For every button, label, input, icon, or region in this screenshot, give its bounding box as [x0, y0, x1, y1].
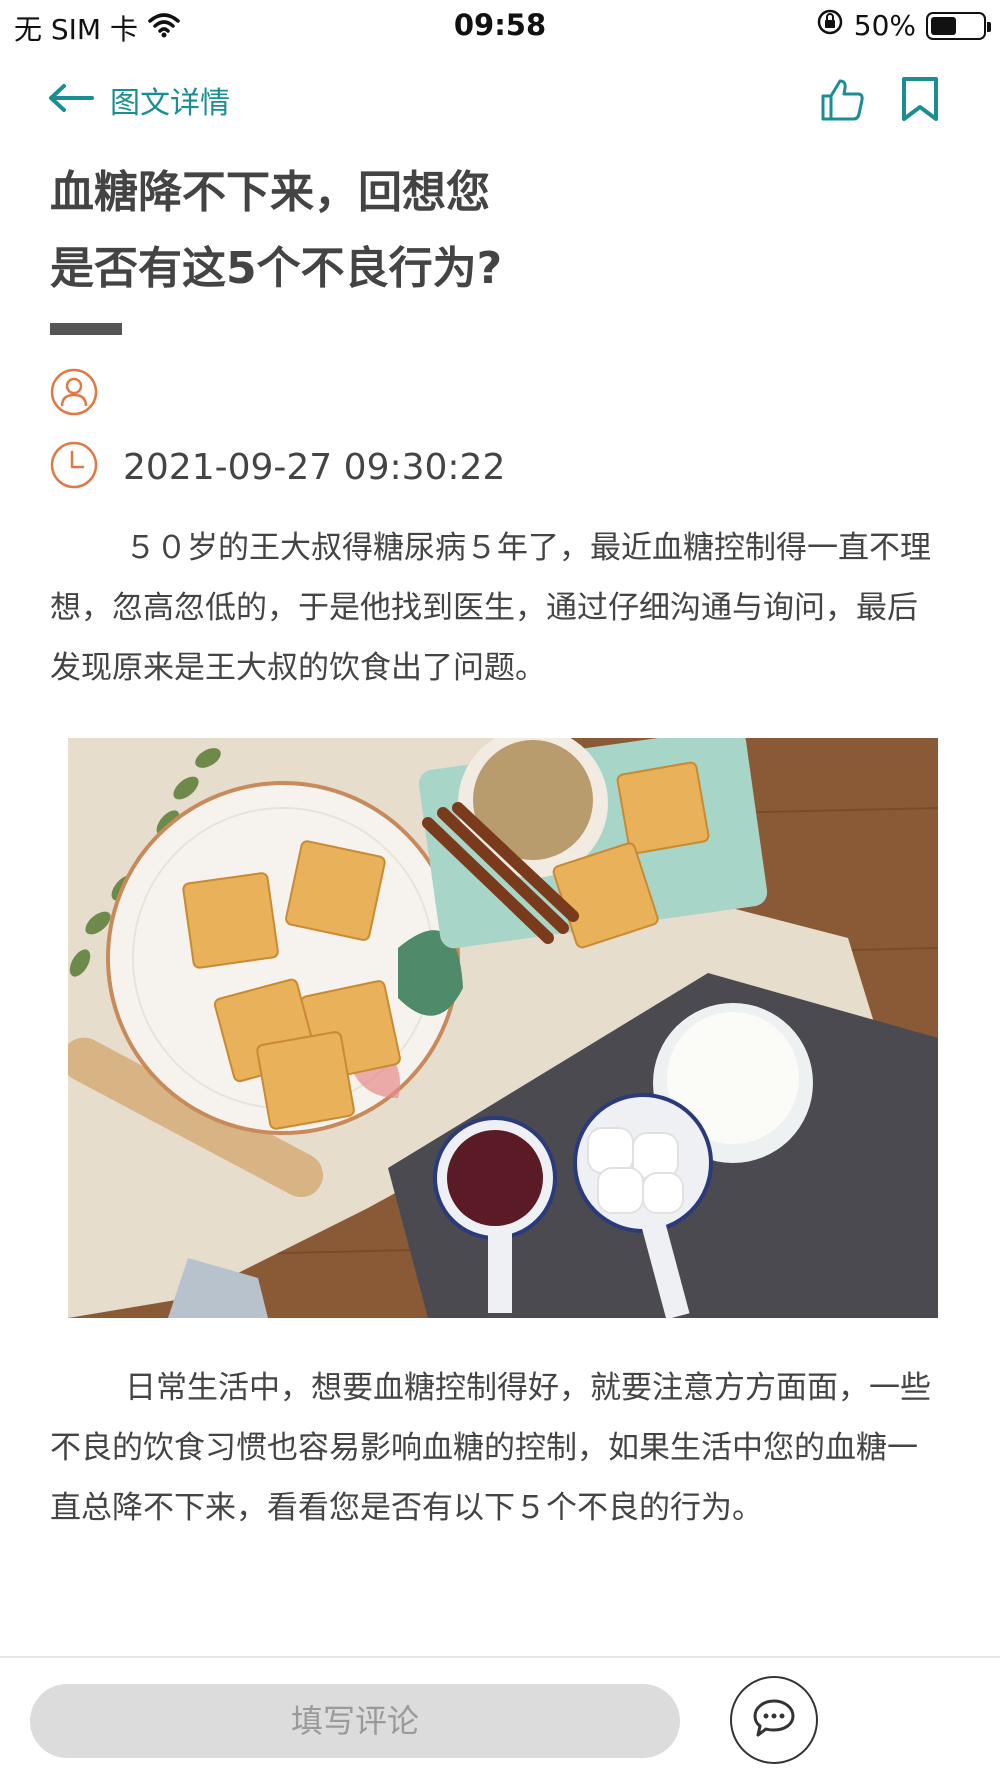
article-paragraph-1: ５０岁的王大叔得糖尿病５年了，最近血糖控制得一直不理想，忽高忽低的，于是他找到医…	[50, 530, 931, 686]
status-right: 50%	[816, 8, 991, 43]
back-button[interactable]: 图文详情	[48, 78, 230, 122]
nav-bar: 图文详情	[0, 66, 1000, 136]
food-photo-illustration	[68, 738, 938, 1318]
comment-input[interactable]: 填写评论	[30, 1684, 680, 1758]
status-bar: 无 SIM 卡 09:58 50%	[0, 0, 1000, 50]
bookmark-icon	[900, 77, 940, 126]
article-paragraph-2: 日常生活中，想要血糖控制得好，就要注意方方面面，一些不良的饮食习惯也容易影响血糖…	[50, 1370, 931, 1526]
comment-bubble-icon	[752, 1698, 796, 1742]
title-underline	[50, 323, 122, 335]
thumbs-up-icon	[820, 79, 866, 126]
nav-title: 图文详情	[110, 86, 230, 121]
battery-icon	[926, 11, 991, 40]
battery-fill	[931, 16, 956, 35]
comment-button[interactable]	[730, 1676, 818, 1764]
user-icon	[50, 368, 98, 420]
rotation-lock-icon	[816, 8, 844, 43]
publish-date: 2021-09-27 09:30:22	[123, 446, 506, 488]
back-arrow-icon	[48, 83, 94, 117]
date-row: 2021-09-27 09:30:22	[50, 441, 506, 493]
battery-percent: 50%	[853, 9, 916, 42]
clock-icon	[50, 441, 98, 493]
like-button[interactable]	[820, 78, 866, 126]
article-image[interactable]	[68, 738, 938, 1318]
bottom-divider	[0, 1656, 1000, 1658]
article-title-line1: 血糖降不下来，回想您	[50, 167, 490, 218]
bookmark-button[interactable]	[900, 76, 940, 126]
article-title: 血糖降不下来，回想您 是否有这5个不良行为?	[50, 155, 670, 307]
author-row	[50, 368, 98, 420]
article-title-line2: 是否有这5个不良行为?	[50, 243, 503, 294]
